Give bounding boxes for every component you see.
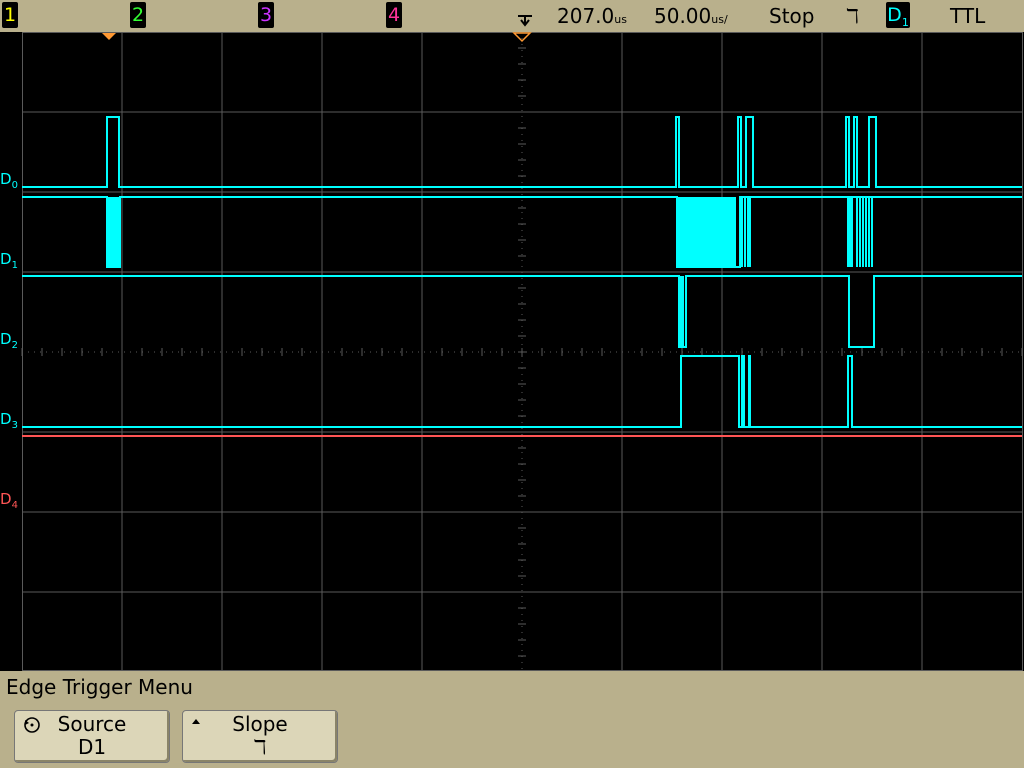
waveform-display[interactable]: D0D1D2D3D4	[0, 32, 1024, 671]
d1-burst	[678, 197, 736, 267]
d1-burst	[847, 197, 853, 267]
trigger-source-indicator: D1	[886, 2, 910, 29]
d1-burst	[107, 197, 120, 267]
slope-label: Slope	[232, 712, 288, 736]
status-bar: 1 2 3 4 207.0us 50.00us/ Stop ℸ D1 TTL	[0, 0, 1024, 32]
channel-4-indicator[interactable]: 4	[386, 2, 402, 28]
menu-title: Edge Trigger Menu	[6, 675, 193, 699]
time-offset: 207.0us	[557, 4, 627, 28]
source-label: Source	[57, 712, 127, 736]
d2-burst	[680, 276, 684, 347]
source-softkey[interactable]: Source D1	[14, 710, 170, 763]
time-per-division: 50.00us/	[654, 4, 728, 28]
run-state: Stop	[769, 4, 815, 28]
trigger-slope-indicator: ℸ	[846, 4, 859, 28]
slope-value: ℸ	[253, 735, 267, 759]
channel-2-indicator[interactable]: 2	[130, 2, 146, 28]
channel-1-indicator[interactable]: 1	[2, 2, 18, 28]
source-value: D1	[77, 735, 107, 759]
slope-softkey[interactable]: Slope ℸ	[182, 710, 338, 763]
logic-threshold: TTL	[950, 4, 986, 28]
channel-3-indicator[interactable]: 3	[258, 2, 274, 28]
softkey-menu: Edge Trigger Menu Source D1 Slope ℸ	[0, 671, 1024, 768]
trigger-position-icon	[518, 15, 532, 27]
